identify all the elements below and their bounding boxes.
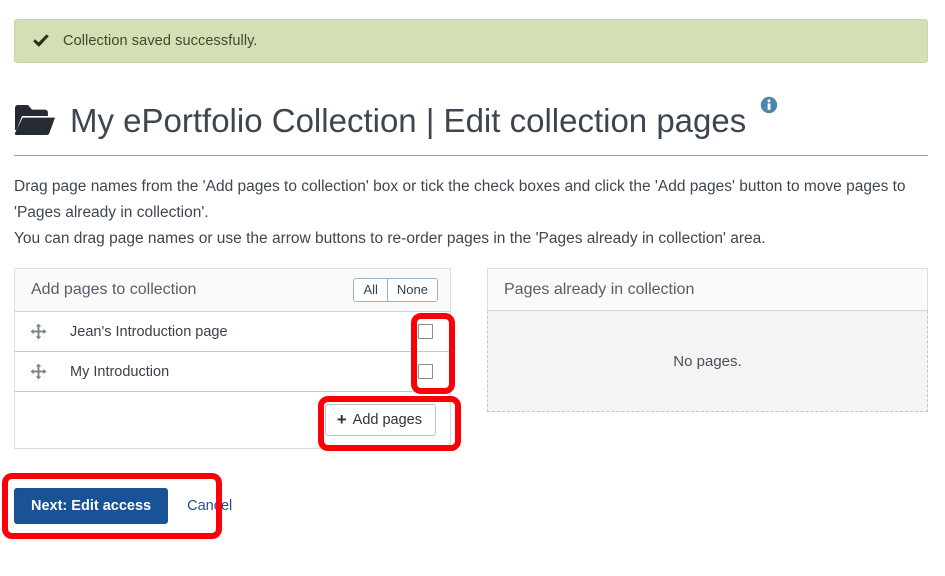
add-pages-button[interactable]: + Add pages [324, 404, 436, 436]
move-arrows-icon[interactable] [30, 323, 47, 340]
success-banner: Collection saved successfully. [14, 19, 928, 63]
check-icon [33, 34, 49, 47]
folder-open-icon [14, 105, 55, 135]
table-row[interactable]: Jean's Introduction page [15, 312, 450, 352]
cancel-link[interactable]: Cancel [187, 498, 232, 514]
select-none-button[interactable]: None [386, 279, 437, 301]
empty-state-text: No pages. [673, 352, 742, 370]
page-title: My ePortfolio Collection | Edit collecti… [70, 101, 747, 139]
pages-in-collection-panel: Pages already in collection No pages. [487, 268, 928, 412]
table-row[interactable]: My Introduction [15, 352, 450, 392]
pages-in-collection-header: Pages already in collection [487, 268, 928, 311]
pages-in-collection-title: Pages already in collection [504, 280, 695, 298]
add-pages-panel: Add pages to collection All None Jean's … [14, 268, 451, 449]
select-all-button[interactable]: All [354, 279, 387, 301]
page-name: My Introduction [70, 363, 170, 380]
add-pages-button-label: Add pages [352, 412, 422, 428]
form-actions: Next: Edit access Cancel [14, 488, 232, 524]
success-banner-text: Collection saved successfully. [63, 33, 258, 49]
select-toggle-group: All None [353, 278, 438, 302]
pages-dropzone[interactable]: No pages. [487, 311, 928, 412]
info-circle-icon[interactable] [760, 96, 778, 114]
instructions: Drag page names from the 'Add pages to c… [14, 174, 914, 252]
add-pages-panel-title: Add pages to collection [31, 281, 197, 298]
title-divider [14, 155, 928, 156]
page-select-checkbox[interactable] [418, 364, 433, 379]
instructions-line-1: Drag page names from the 'Add pages to c… [14, 178, 906, 221]
add-pages-panel-header: Add pages to collection All None [15, 269, 450, 312]
page-title-row: My ePortfolio Collection | Edit collecti… [14, 92, 928, 148]
instructions-line-2: You can drag page names or use the arrow… [14, 230, 766, 247]
add-pages-panel-footer: + Add pages [15, 392, 450, 448]
move-arrows-icon[interactable] [30, 363, 47, 380]
page-name: Jean's Introduction page [70, 323, 228, 340]
next-edit-access-button[interactable]: Next: Edit access [14, 488, 169, 524]
page-select-checkbox[interactable] [418, 324, 433, 339]
plus-icon: + [336, 410, 347, 429]
